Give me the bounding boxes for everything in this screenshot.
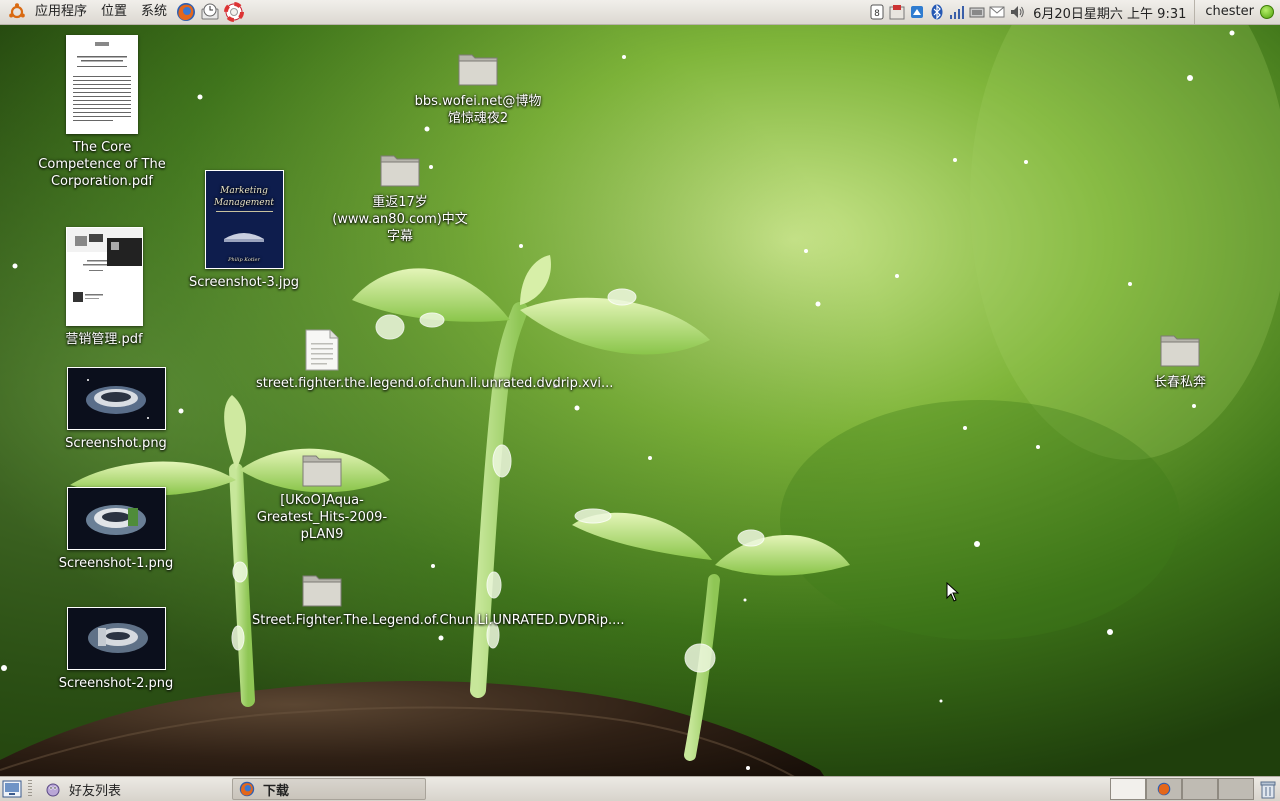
file-label: 重返17岁(www.an80.com)中文字幕 [332, 195, 468, 244]
ubuntu-logo-icon[interactable] [8, 3, 26, 21]
desktop-file-screenshot-3-jpg[interactable]: Marketing Management Philip Kotler Scree… [184, 170, 304, 291]
file-label: 营销管理.pdf [65, 332, 143, 347]
taskbar-downloads[interactable]: 下载 [232, 778, 426, 800]
workspace-1[interactable] [1110, 778, 1146, 800]
menu-system[interactable]: 系统 [134, 0, 174, 24]
menu-applications[interactable]: 应用程序 [28, 0, 94, 24]
signal-strength-icon[interactable] [949, 4, 965, 20]
bluetooth-icon[interactable] [929, 4, 945, 20]
user-status-available-icon[interactable] [1260, 5, 1274, 19]
pidgin-icon [46, 783, 60, 797]
pdf-thumbnail-icon [65, 227, 143, 326]
user-switcher[interactable]: chester [1194, 0, 1258, 24]
system-tray: 8 6月20日星期六 上午 9:31 chester [867, 0, 1280, 24]
workspace-4[interactable] [1218, 778, 1254, 800]
desktop-file-screenshot-png[interactable]: Screenshot.png [56, 367, 176, 452]
firefox-icon [239, 781, 255, 797]
desktop-folder-street-fighter[interactable]: Street.Fighter.The.Legend.of.Chun.Li.UNR… [252, 570, 625, 629]
file-label: street.fighter.the.legend.of.chun.li.unr… [256, 375, 613, 392]
taskbar-buddy-list[interactable]: 好友列表 [38, 778, 228, 800]
input-method-icon[interactable]: 8 [869, 4, 885, 20]
desktop-file-core-competence-pdf[interactable]: The Core Competence of The Corporation.p… [38, 35, 166, 190]
show-desktop-icon[interactable] [2, 779, 22, 799]
file-label: Street.Fighter.The.Legend.of.Chun.Li.UNR… [252, 612, 625, 629]
svg-text:Philip Kotler: Philip Kotler [227, 257, 260, 263]
file-label: The Core Competence of The Corporation.p… [38, 140, 166, 189]
file-label: 长春私奔 [1153, 375, 1206, 390]
desktop-file-marketing-pdf[interactable]: 营销管理.pdf [44, 227, 164, 348]
task-label: 下载 [263, 783, 290, 799]
image-thumbnail-icon [66, 487, 166, 550]
folder-icon [458, 54, 498, 86]
text-document-icon [305, 329, 339, 371]
top-panel: 应用程序 位置 系统 8 6月20日星期六 上午 9:31 chester [0, 0, 1280, 25]
svg-text:Marketing: Marketing [219, 186, 268, 196]
folder-icon [1160, 335, 1200, 367]
image-thumbnail-icon [66, 367, 166, 430]
pdf-thumbnail-icon [66, 35, 138, 134]
desktop-folder-bbs-wofei[interactable]: bbs.wofei.net@博物馆惊魂夜2 [415, 49, 541, 127]
file-label: bbs.wofei.net@博物馆惊魂夜2 [414, 94, 542, 126]
panel-grip[interactable] [28, 780, 32, 798]
desktop-file-screenshot-1-png[interactable]: Screenshot-1.png [56, 487, 176, 572]
desktop-folder-changchun[interactable]: 长春私奔 [1120, 330, 1240, 391]
svg-text:Management: Management [212, 198, 273, 208]
firefox-mini-icon [1157, 782, 1171, 796]
help-lifebuoy-icon[interactable] [224, 2, 245, 22]
bottom-panel: 好友列表 下载 [0, 776, 1280, 801]
file-label: Screenshot-1.png [58, 556, 174, 571]
file-label: Screenshot.png [65, 436, 167, 451]
desktop-file-screenshot-2-png[interactable]: Screenshot-2.png [56, 607, 176, 692]
workspace-3[interactable] [1182, 778, 1218, 800]
trash-icon[interactable] [1258, 779, 1278, 799]
volume-icon[interactable] [1009, 4, 1025, 20]
book-cover-thumbnail-icon: Marketing Management Philip Kotler [204, 170, 284, 269]
file-label: [UKoO]Aqua-Greatest_Hits-2009-pLAN9 [256, 493, 388, 542]
workspace-2[interactable] [1146, 778, 1182, 800]
desktop-folder-aqua[interactable]: [UKoO]Aqua-Greatest_Hits-2009-pLAN9 [257, 450, 387, 543]
network-manager-icon[interactable] [909, 4, 925, 20]
update-notifier-icon[interactable] [889, 4, 905, 20]
clock[interactable]: 6月20日星期六 上午 9:31 [1027, 3, 1194, 22]
svg-text:8: 8 [874, 9, 880, 19]
firefox-launcher-icon[interactable] [176, 2, 196, 22]
desktop-folder-chongfan[interactable]: 重返17岁(www.an80.com)中文字幕 [332, 150, 468, 245]
menu-places[interactable]: 位置 [94, 0, 134, 24]
image-thumbnail-icon [66, 607, 166, 670]
mouse-pointer-icon [946, 582, 960, 602]
battery-icon[interactable] [969, 4, 985, 20]
file-label: Screenshot-2.png [58, 676, 174, 691]
folder-icon [302, 575, 342, 607]
file-label: Screenshot-3.jpg [189, 275, 299, 290]
workspace-switcher [1110, 778, 1254, 800]
task-label: 好友列表 [69, 783, 122, 799]
folder-icon [302, 455, 342, 487]
mail-clock-launcher-icon[interactable] [200, 2, 220, 22]
mail-indicator-icon[interactable] [989, 4, 1005, 20]
folder-icon [380, 155, 420, 187]
desktop-file-street-fighter-video[interactable]: street.fighter.the.legend.of.chun.li.unr… [256, 329, 613, 392]
